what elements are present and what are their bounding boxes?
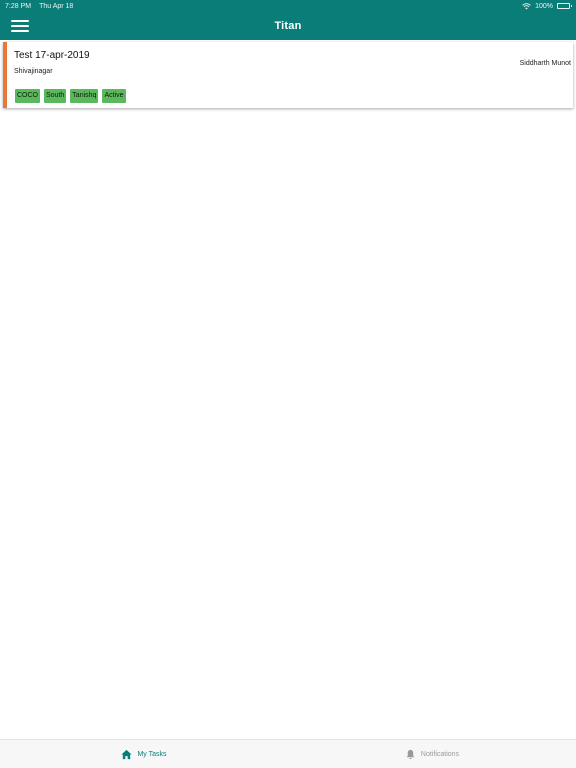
battery-icon: [557, 3, 572, 9]
task-card[interactable]: Test 17-apr-2019 Shivajinagar Siddharth …: [3, 42, 573, 108]
tag-tanishq: Tanishq: [70, 89, 99, 103]
status-bar: 7:28 PM Thu Apr 18 100%: [0, 0, 576, 12]
wifi-icon: [522, 2, 531, 9]
home-icon: [121, 749, 133, 759]
nav-bar: Titan: [0, 12, 576, 40]
task-location: Shivajinagar: [14, 68, 53, 75]
tag-coco: COCO: [15, 89, 40, 103]
task-tags: COCO South Tanishq Active: [15, 89, 126, 103]
task-title: Test 17-apr-2019: [14, 50, 90, 61]
status-bar-right: 100%: [522, 2, 572, 10]
status-bar-left: 7:28 PM Thu Apr 18: [5, 3, 73, 10]
tab-my-tasks[interactable]: My Tasks: [0, 740, 288, 768]
task-owner: Siddharth Munot: [519, 60, 571, 67]
tab-my-tasks-label: My Tasks: [137, 750, 167, 758]
status-time: 7:28 PM: [5, 2, 32, 10]
tag-active: Active: [102, 89, 126, 103]
battery-percent: 100%: [535, 2, 553, 10]
status-date: Thu Apr 18: [39, 2, 74, 10]
tab-bar: My Tasks Notifications: [0, 739, 576, 768]
tab-notifications-label: Notifications: [420, 750, 460, 758]
tag-south: South: [44, 89, 67, 103]
tab-notifications[interactable]: Notifications: [288, 740, 576, 768]
hamburger-menu-icon[interactable]: [11, 20, 29, 32]
bell-icon: [406, 749, 415, 759]
page-title: Titan: [274, 20, 302, 32]
